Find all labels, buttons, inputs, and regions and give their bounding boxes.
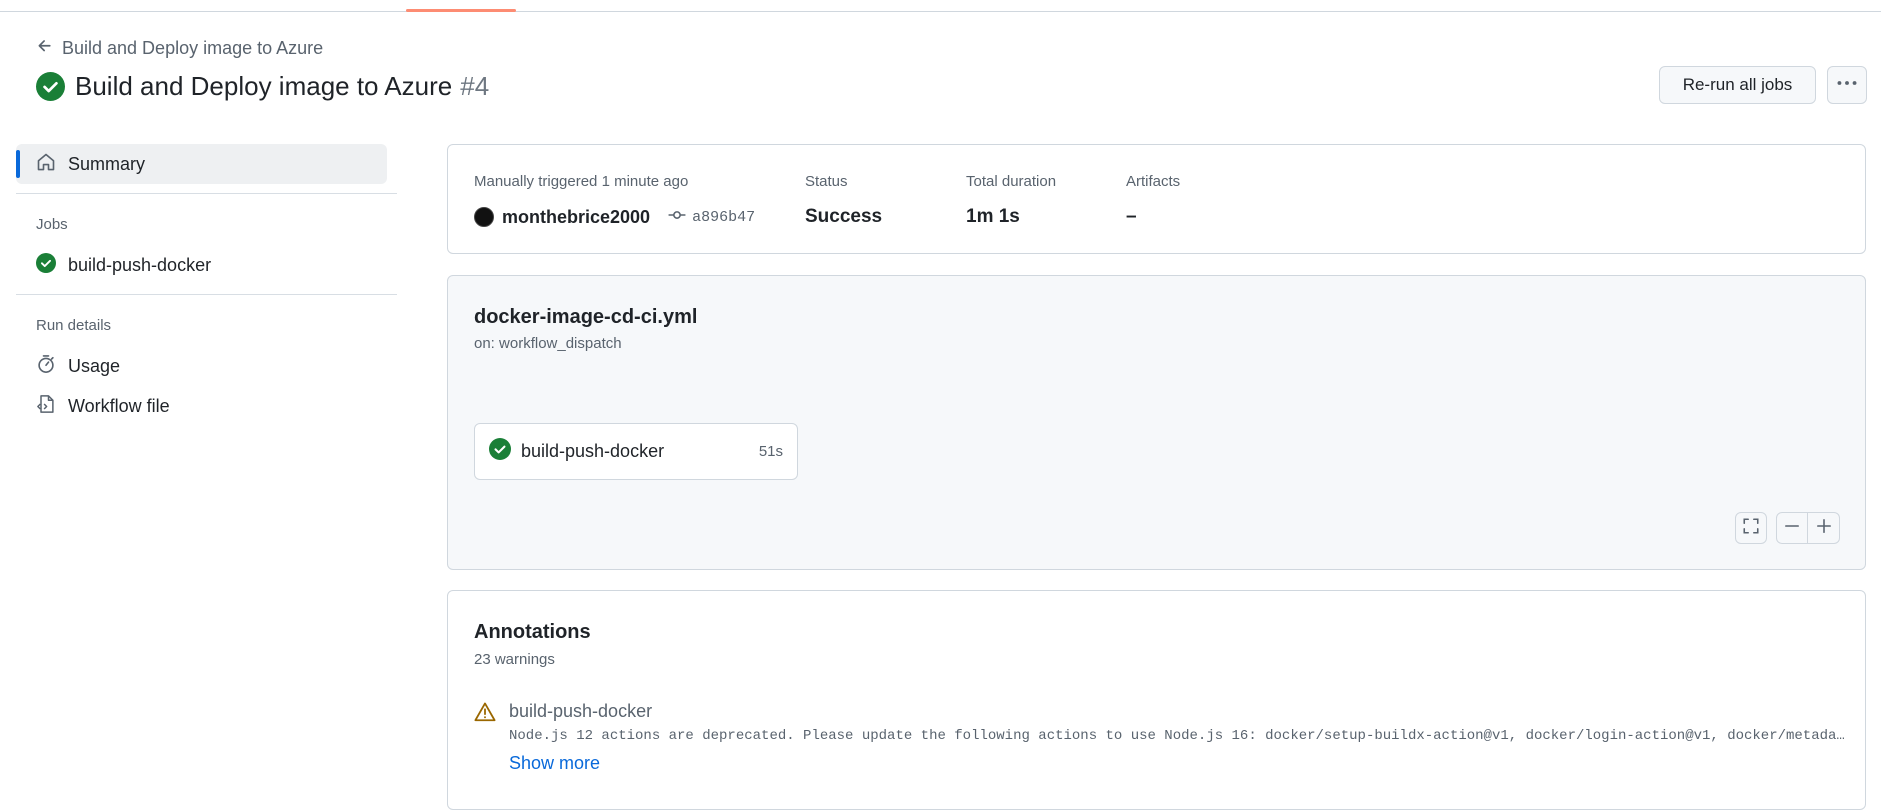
file-code-icon — [36, 394, 56, 419]
duration-column: Total duration 1m 1s — [966, 173, 1056, 229]
run-title: Build and Deploy image to Azure #4 — [36, 68, 489, 104]
run-details-heading: Run details — [36, 317, 112, 334]
sidebar-item-workflow-file[interactable]: Workflow file — [36, 391, 170, 421]
page-title-text: Build and Deploy image to Azure — [75, 70, 453, 101]
status-value: Success — [805, 206, 883, 227]
zoom-out-button[interactable] — [1776, 512, 1808, 544]
sidebar-item-usage-label: Usage — [68, 355, 121, 376]
stopwatch-icon — [36, 354, 56, 379]
dash-icon — [1783, 517, 1801, 540]
annotations-card: Annotations 23 warnings build-push-docke… — [447, 590, 1866, 810]
more-options-button[interactable] — [1827, 66, 1867, 104]
sidebar-item-summary[interactable]: Summary — [16, 144, 387, 184]
duration-label: Total duration — [966, 173, 1057, 190]
fullscreen-button[interactable] — [1735, 512, 1767, 544]
trigger-value: monthebrice2000 a896b47 — [474, 205, 755, 229]
sidebar-item-summary-label: Summary — [68, 153, 146, 174]
check-circle-icon — [489, 438, 511, 465]
commit-link[interactable]: a896b47 — [668, 206, 755, 229]
active-tab-underline — [406, 9, 516, 12]
job-node-name: build-push-docker — [521, 441, 665, 461]
job-node-build-push-docker[interactable]: build-push-docker 51s — [474, 423, 798, 480]
sidebar-divider — [16, 294, 397, 295]
sidebar-item-job[interactable]: build-push-docker — [36, 250, 211, 280]
check-circle-icon — [36, 71, 65, 101]
annotation-job-link[interactable]: build-push-docker — [509, 701, 652, 722]
annotation-message: Node.js 12 actions are deprecated. Pleas… — [509, 728, 1849, 744]
active-indicator — [16, 150, 20, 178]
run-meta-card: Manually triggered 1 minute ago monthebr… — [447, 144, 1866, 254]
commit-sha: a896b47 — [692, 208, 756, 226]
zoom-in-button[interactable] — [1808, 512, 1840, 544]
sidebar-item-workflow-file-label: Workflow file — [68, 395, 170, 416]
back-link-label: Build and Deploy image to Azure — [62, 37, 324, 58]
sidebar-job-label: build-push-docker — [68, 254, 212, 275]
home-icon — [36, 152, 56, 177]
sidebar-item-usage[interactable]: Usage — [36, 351, 120, 381]
arrow-left-icon — [36, 37, 54, 60]
alert-icon — [474, 701, 496, 728]
trigger-column: Manually triggered 1 minute ago monthebr… — [474, 173, 755, 229]
duration-value: 1m 1s — [966, 206, 1020, 227]
page-title: Build and Deploy image to Azure #4 — [75, 71, 489, 102]
workflow-trigger: on: workflow_dispatch — [474, 335, 622, 352]
plus-icon — [1815, 517, 1833, 540]
workflow-file-name: docker-image-cd-ci.yml — [474, 306, 698, 328]
show-more-link[interactable]: Show more — [509, 753, 600, 774]
artifacts-label: Artifacts — [1126, 173, 1181, 190]
actor-link[interactable]: monthebrice2000 — [502, 207, 650, 228]
top-nav-bar — [0, 0, 1881, 12]
status-column: Status Success — [805, 173, 882, 229]
annotations-count: 23 warnings — [474, 651, 555, 668]
rerun-all-jobs-button[interactable]: Re-run all jobs — [1659, 66, 1816, 104]
artifacts-value: – — [1126, 206, 1137, 227]
job-node-duration: 51s — [758, 443, 783, 460]
workflow-graph-card: docker-image-cd-ci.yml on: workflow_disp… — [447, 275, 1866, 570]
jobs-heading: Jobs — [36, 216, 68, 233]
artifacts-column: Artifacts – — [1126, 173, 1180, 229]
annotations-title: Annotations — [474, 621, 591, 643]
run-number: #4 — [460, 70, 490, 101]
status-label: Status — [805, 173, 848, 190]
check-circle-icon — [36, 252, 56, 278]
screen-full-icon — [1742, 517, 1760, 540]
sidebar-divider — [16, 193, 397, 194]
trigger-label: Manually triggered 1 minute ago — [474, 173, 689, 190]
back-to-workflow-link[interactable]: Build and Deploy image to Azure — [36, 36, 323, 60]
git-commit-icon — [668, 206, 686, 229]
avatar[interactable] — [474, 207, 494, 227]
kebab-horizontal-icon — [1836, 72, 1858, 99]
